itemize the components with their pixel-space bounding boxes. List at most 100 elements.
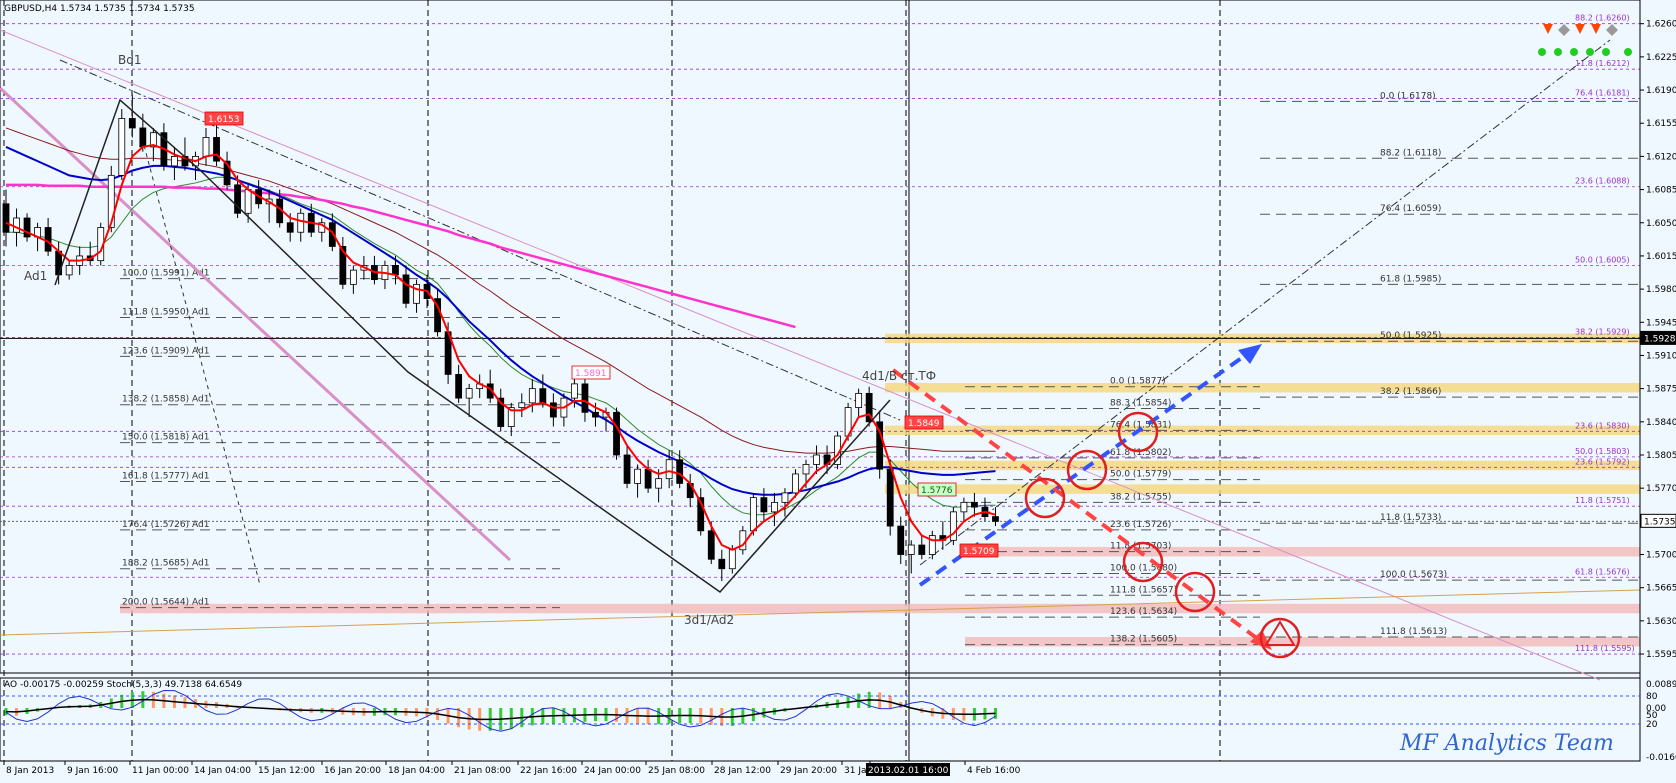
- candle: [971, 501, 978, 508]
- candle: [771, 501, 778, 513]
- date-tick-label: 14 Jan 04:00: [194, 766, 251, 776]
- fib-level-label: 88.3 (1.5854): [1110, 399, 1171, 409]
- current-price-label: 1.5928: [1644, 334, 1676, 344]
- candle: [518, 402, 526, 408]
- fib-level-label: 111.8 (1.5595): [1575, 644, 1635, 653]
- date-tick-label: 15 Jan 12:00: [258, 766, 315, 776]
- osc-tick-label: 80: [1646, 692, 1658, 702]
- candle: [707, 530, 715, 560]
- date-tick-label: 18 Jan 04:00: [388, 766, 445, 776]
- fib-level-label: 61.8 (1.5985): [1380, 274, 1441, 284]
- date-tick-label: 4 Feb 16:00: [967, 766, 1021, 776]
- fib-level-label: 111.8 (1.5613): [1380, 627, 1447, 637]
- signal-dot-icon: [1538, 48, 1546, 56]
- candle: [728, 549, 736, 570]
- osc-tick-label: 20: [1646, 720, 1658, 730]
- candle: [65, 265, 73, 276]
- candle: [623, 454, 631, 484]
- candle: [13, 217, 20, 233]
- fib-zone-pink: [120, 603, 1640, 614]
- fib-level-label: 11.8 (1.5751): [1575, 496, 1630, 505]
- fib-level-label: 188.2 (1.5685) Ad1: [122, 559, 209, 569]
- fib-level-label: 111.8 (1.5657): [1110, 585, 1177, 595]
- fib-level-label: 88.2 (1.6118): [1380, 148, 1441, 158]
- candle: [539, 388, 547, 404]
- osc-tick-label: -0.01601: [1646, 753, 1676, 763]
- fib-level-label: 200.0 (1.5644) Ad1: [122, 598, 209, 608]
- price-tick-label: 1.5595: [1646, 650, 1676, 660]
- fib-level-label: 123.6 (1.5909) Ad1: [122, 346, 209, 356]
- candle: [592, 411, 599, 418]
- candle: [665, 459, 673, 480]
- fib-level-label: 0.0 (1.6178): [1380, 91, 1436, 101]
- price-tick-label: 1.5770: [1646, 484, 1676, 494]
- price-tick-label: 1.5945: [1646, 318, 1676, 328]
- price-tick-label: 1.6225: [1646, 53, 1676, 63]
- date-tick-label: 8 Jan 2013: [6, 766, 54, 776]
- fib-level-label: 61.8 (1.5676): [1575, 567, 1630, 576]
- date-tick-label: 24 Jan 00:00: [584, 766, 641, 776]
- fib-zone-yellow: [885, 484, 1640, 494]
- signal-dot-icon: [1554, 48, 1562, 56]
- candle: [118, 118, 126, 176]
- symbol-header: GBPUSD,H4 1.5734 1.5735 1.5734 1.5735: [4, 4, 195, 14]
- price-tag-label: 1.5891: [575, 369, 607, 379]
- signal-dot-icon: [1570, 48, 1578, 56]
- price-chart[interactable]: 100.0 (1.5991) Ad1111.8 (1.5950) Ad1123.…: [0, 0, 1676, 783]
- fib-level-label: 76.4 (1.6059): [1380, 204, 1441, 214]
- candle: [392, 265, 399, 276]
- signal-dot-icon: [1624, 48, 1632, 56]
- price-tick-label: 1.5910: [1646, 351, 1676, 361]
- signal-dot-icon: [1602, 48, 1610, 56]
- oscillator-pane: [0, 677, 1641, 762]
- price-tick-label: 1.5630: [1646, 617, 1676, 627]
- fib-level-label: 50.0 (1.6005): [1575, 255, 1630, 264]
- candle: [465, 388, 473, 399]
- candle: [718, 558, 726, 570]
- price-tick-label: 1.6015: [1646, 252, 1676, 262]
- candle: [655, 478, 663, 489]
- candle: [171, 156, 178, 167]
- candle: [297, 212, 305, 233]
- price-tick-label: 1.6190: [1646, 86, 1676, 96]
- candle: [960, 501, 968, 513]
- candle: [802, 464, 810, 475]
- candle: [634, 468, 641, 484]
- price-tick-label: 1.6085: [1646, 186, 1676, 196]
- candle: [286, 222, 294, 233]
- fib-level-label: 61.8 (1.5802): [1110, 448, 1171, 458]
- date-tick-label: 16 Jan 20:00: [324, 766, 381, 776]
- fib-level-label: 150.0 (1.5818) Ad1: [122, 433, 209, 443]
- watermark: MF Analytics Team: [1399, 731, 1614, 756]
- candle: [897, 525, 905, 555]
- wave-label: Bd1: [118, 53, 141, 67]
- candle: [760, 497, 768, 513]
- fib-level-label: 88.2 (1.6260): [1575, 14, 1630, 23]
- candle: [781, 492, 789, 503]
- fib-level-label: 76.4 (1.6181): [1575, 89, 1630, 98]
- candle: [813, 454, 820, 465]
- fib-level-label: 161.8 (1.5777) Ad1: [122, 472, 209, 482]
- candle: [792, 473, 799, 494]
- date-tick-label: 9 Jan 16:00: [67, 766, 119, 776]
- candle: [918, 544, 926, 555]
- fib-level-label: 23.6 (1.5830): [1575, 421, 1630, 430]
- date-tick-label: 22 Jan 16:00: [520, 766, 577, 776]
- candle: [886, 468, 894, 527]
- candle: [855, 392, 863, 408]
- current-price-label: 1.5735: [1644, 517, 1676, 527]
- oscillator-header: AO -0.00175 -0.00259 Stoch(5,3,3) 49.713…: [4, 680, 242, 690]
- price-tick-label: 1.5805: [1646, 451, 1676, 461]
- fib-level-label: 38.2 (1.5866): [1380, 387, 1441, 397]
- fib-level-label: 100.0 (1.5673): [1380, 570, 1447, 580]
- candle: [402, 274, 410, 304]
- price-tick-label: 1.5840: [1646, 418, 1676, 428]
- fib-level-label: 123.6 (1.5634): [1110, 607, 1177, 617]
- fib-level-label: 111.8 (1.5950) Ad1: [122, 308, 209, 318]
- candle: [907, 544, 915, 555]
- fib-level-label: 50.0 (1.5925): [1380, 331, 1441, 341]
- candle: [55, 250, 63, 276]
- osc-tick-label: 0.00896: [1646, 680, 1676, 690]
- date-tick-label: 29 Jan 20:00: [780, 766, 837, 776]
- wave-label: Ad1: [24, 269, 47, 283]
